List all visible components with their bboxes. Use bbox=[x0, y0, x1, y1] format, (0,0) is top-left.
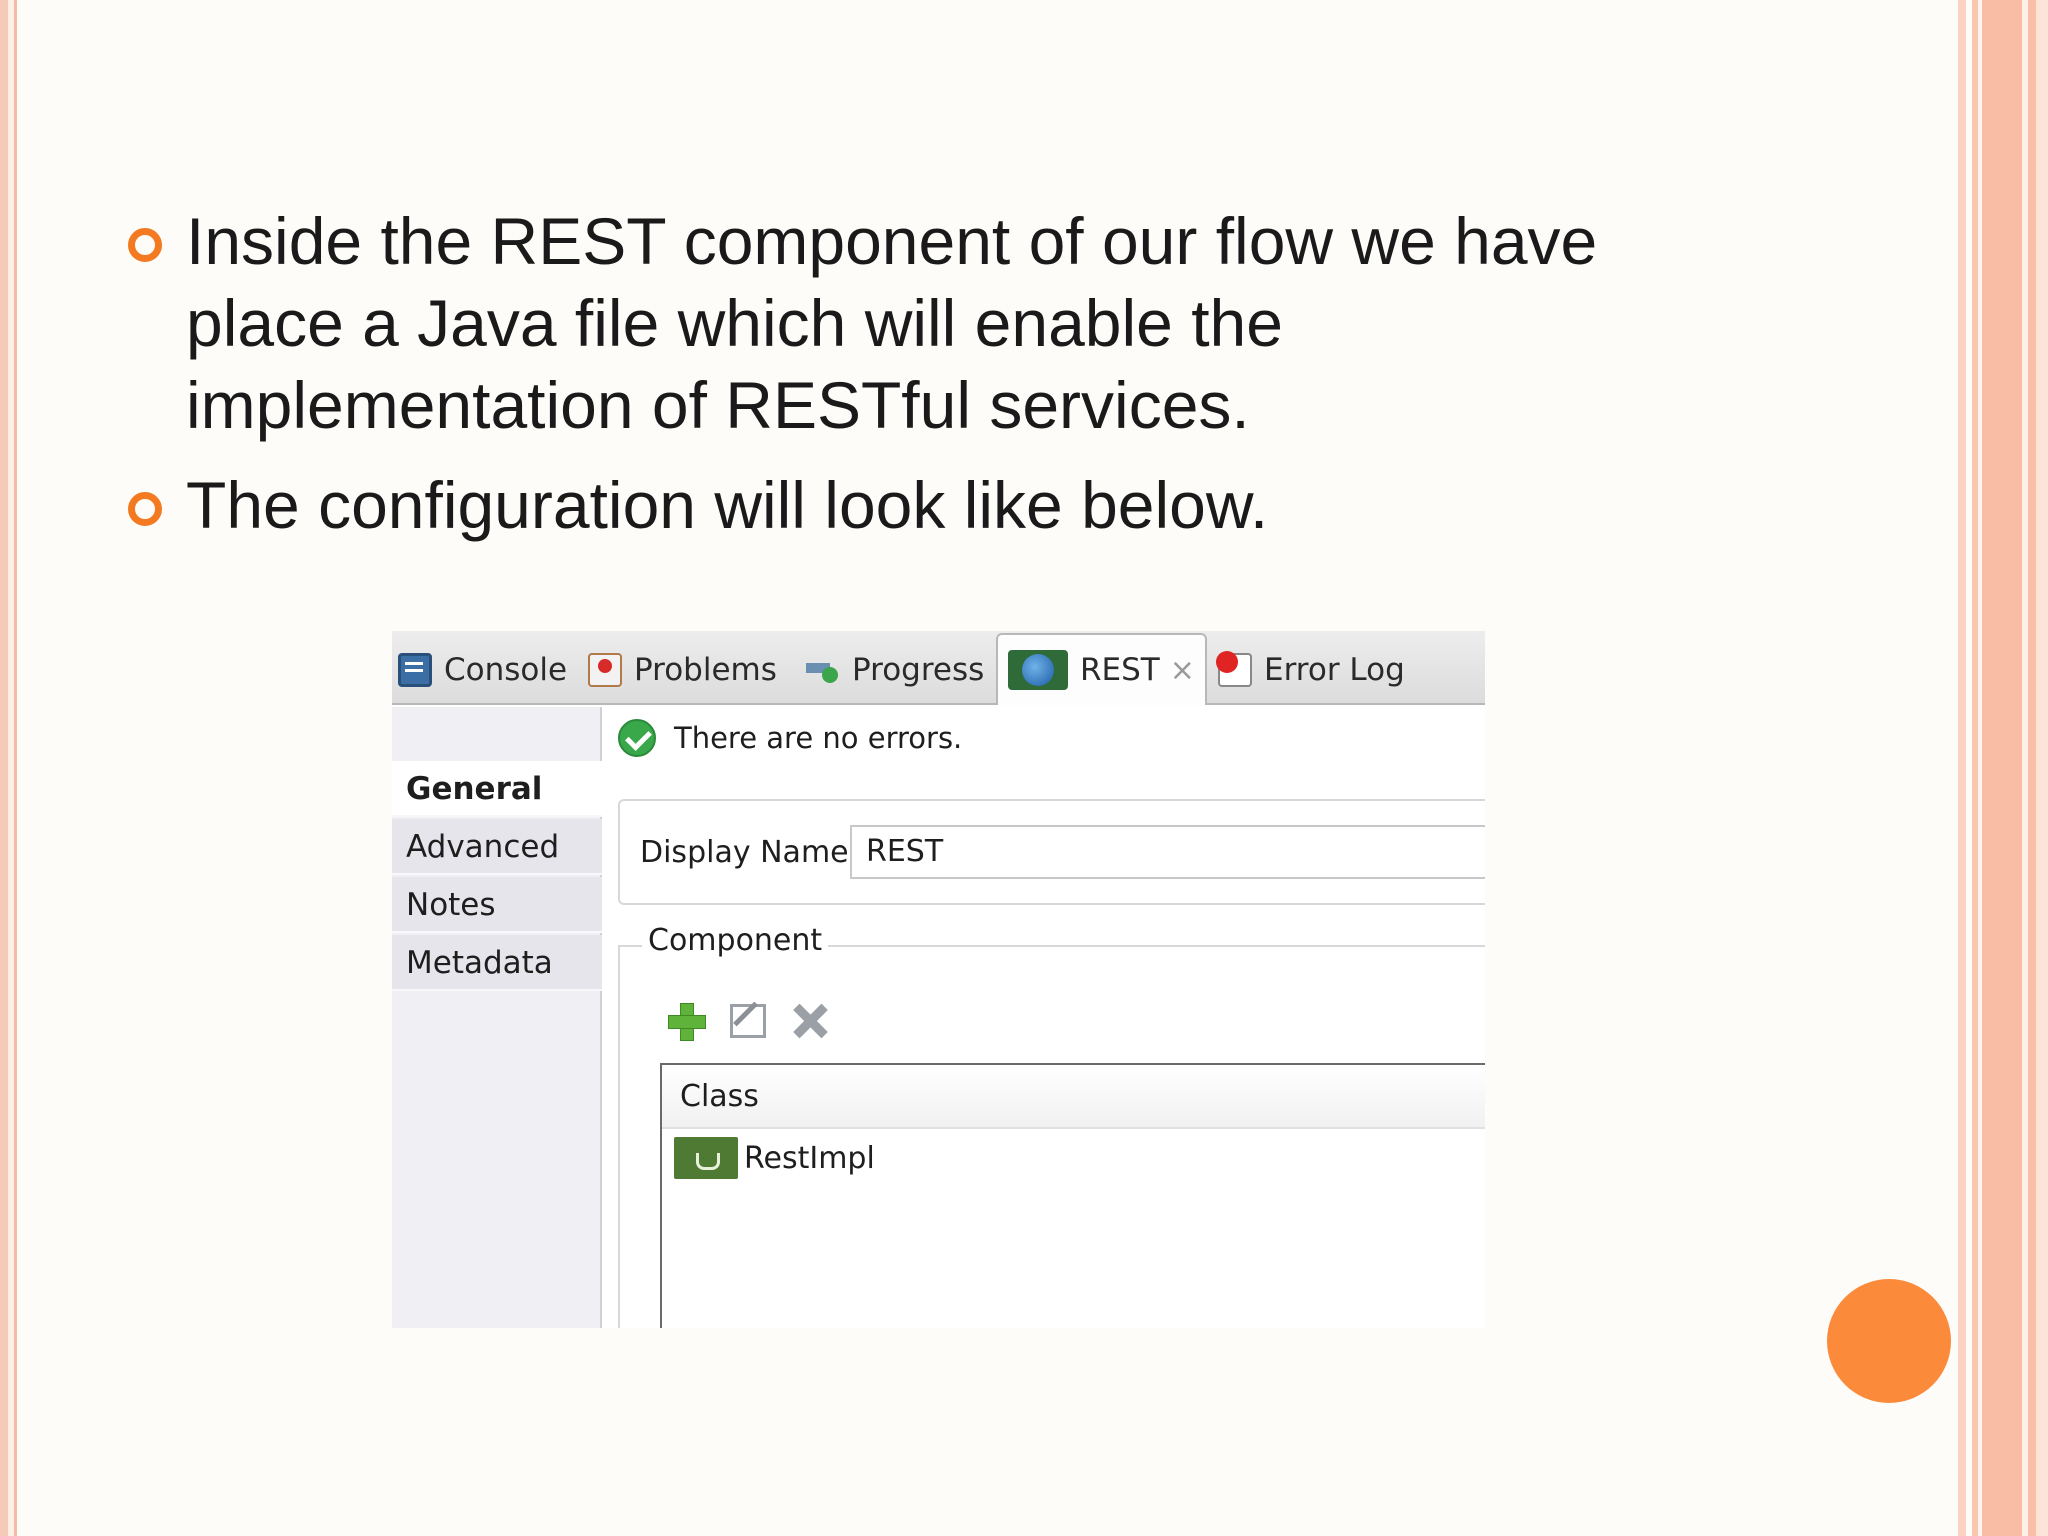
column-header-class[interactable]: Class bbox=[662, 1065, 1485, 1129]
tab-progress[interactable]: Progress bbox=[806, 641, 984, 699]
check-icon bbox=[618, 719, 656, 757]
bullet-text: The configuration will look like below. bbox=[186, 468, 1269, 542]
bullet-text: Inside the REST component of our flow we… bbox=[186, 204, 1598, 442]
class-table: Class RestImpl bbox=[660, 1063, 1485, 1328]
delete-icon[interactable] bbox=[792, 1003, 828, 1039]
sidebar-item-metadata[interactable]: Metadata bbox=[392, 935, 602, 991]
view-tab-bar: Console Problems Progress REST × Error L… bbox=[392, 631, 1485, 705]
component-toolbar bbox=[668, 1003, 828, 1041]
tab-label: Error Log bbox=[1264, 652, 1405, 688]
tab-console[interactable]: Console bbox=[398, 641, 567, 699]
error-log-icon bbox=[1216, 651, 1252, 687]
globe-icon bbox=[1008, 650, 1068, 690]
tab-rest[interactable]: REST × bbox=[996, 633, 1207, 705]
tab-label: Progress bbox=[852, 652, 985, 688]
tab-label: Console bbox=[444, 652, 568, 688]
tab-label: Problems bbox=[634, 652, 777, 688]
status-text: There are no errors. bbox=[674, 721, 963, 755]
ide-screenshot: Console Problems Progress REST × Error L… bbox=[392, 631, 1485, 1328]
table-row[interactable]: RestImpl bbox=[674, 1137, 875, 1179]
component-group: Component Class RestImpl bbox=[618, 923, 1485, 1328]
orange-circle-decoration bbox=[1827, 1279, 1951, 1403]
tab-label: REST bbox=[1080, 652, 1160, 688]
class-name: RestImpl bbox=[744, 1140, 875, 1176]
display-name-group: Display Name: REST bbox=[618, 799, 1485, 905]
bullet-circle-icon bbox=[128, 228, 162, 262]
display-name-input[interactable]: REST bbox=[850, 825, 1485, 879]
display-name-label: Display Name: bbox=[640, 835, 859, 870]
sidebar-item-general[interactable]: General bbox=[392, 761, 602, 817]
java-class-icon bbox=[674, 1137, 738, 1179]
add-icon[interactable] bbox=[668, 1003, 706, 1041]
tab-error-log[interactable]: Error Log bbox=[1216, 641, 1405, 699]
status-message: There are no errors. bbox=[618, 719, 962, 757]
problems-icon bbox=[588, 653, 622, 687]
properties-panel: There are no errors. Display Name: REST … bbox=[604, 707, 1485, 1328]
right-border-decoration bbox=[1958, 0, 2048, 1536]
close-icon[interactable]: × bbox=[1170, 653, 1195, 688]
progress-icon bbox=[806, 653, 840, 687]
component-legend: Component bbox=[642, 923, 829, 958]
tab-problems[interactable]: Problems bbox=[588, 641, 777, 699]
edit-icon[interactable] bbox=[730, 1004, 766, 1038]
bullet-item: Inside the REST component of our flow we… bbox=[120, 200, 1680, 446]
bullet-item: The configuration will look like below. bbox=[120, 464, 1680, 546]
left-border-decoration bbox=[0, 0, 22, 1536]
sidebar-item-advanced[interactable]: Advanced bbox=[392, 819, 602, 875]
bullet-circle-icon bbox=[128, 492, 162, 526]
bullet-list: Inside the REST component of our flow we… bbox=[120, 200, 1680, 564]
sidebar-item-notes[interactable]: Notes bbox=[392, 877, 602, 933]
properties-sidebar: General Advanced Notes Metadata bbox=[392, 707, 602, 1328]
console-icon bbox=[398, 653, 432, 687]
